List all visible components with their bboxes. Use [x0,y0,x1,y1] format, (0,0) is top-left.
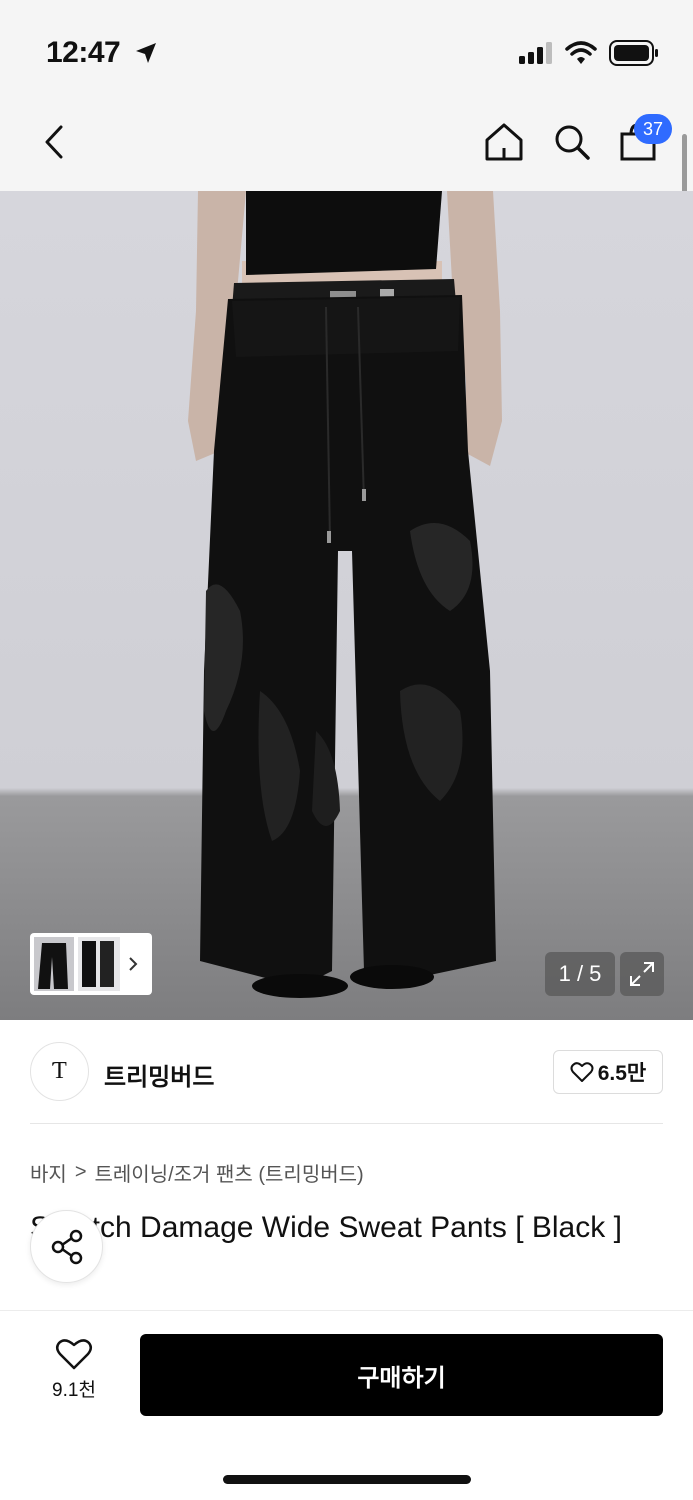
back-button[interactable] [34,120,74,164]
status-indicators [519,40,659,71]
top-nav-bar: 37 [0,100,693,191]
battery-icon [609,40,659,71]
breadcrumb-subcategory[interactable]: 트레이닝/조거 팬츠 (트리밍버드) [95,1158,364,1187]
thumbnail-strip-button[interactable] [30,933,152,995]
thumbnail-images [34,937,120,991]
divider [30,1123,663,1124]
share-icon [51,1229,82,1264]
brand-row: Ƭ 트리밍버드 6.5만 [0,1020,693,1124]
heart-icon [56,1339,92,1370]
cart-count-badge: 37 [634,114,672,144]
home-button[interactable] [482,118,526,166]
signal-icon [519,42,553,69]
back-icon [45,125,63,159]
home-indicator[interactable] [223,1475,471,1484]
brand-like-button[interactable]: 6.5만 [553,1050,663,1094]
status-time: 12:47 [46,36,121,69]
buy-button[interactable]: 구매하기 [140,1334,663,1416]
wishlist-count: 9.1천 [52,1380,96,1401]
brand-logo-text: Ƭ [52,1058,67,1084]
location-arrow-icon [134,41,158,70]
brand-logo[interactable]: Ƭ [30,1042,89,1101]
bottom-action-bar: 9.1천 구매하기 [0,1310,693,1500]
wifi-icon [565,41,597,70]
brand-name[interactable]: 트리밍버드 [104,1057,214,1092]
breadcrumb: 바지 > 트레이닝/조거 팬츠 (트리밍버드) [30,1158,364,1187]
heart-icon [570,1062,594,1082]
status-bar: 12:47 [0,0,693,100]
breadcrumb-separator: > [74,1161,87,1183]
chevron-right-icon [129,957,138,971]
product-photo [0,191,693,1020]
search-button[interactable] [550,118,594,166]
image-counter: 1 / 5 [545,952,615,996]
search-icon [555,125,590,160]
product-image-gallery[interactable]: 1 / 5 [0,191,693,1020]
breadcrumb-category[interactable]: 바지 [30,1158,67,1187]
product-title: Scratch Damage Wide Sweat Pants [ Black … [30,1211,622,1244]
expand-icon [630,962,654,986]
brand-like-count: 6.5만 [597,1062,647,1085]
expand-button[interactable] [620,952,664,996]
share-button[interactable] [30,1210,103,1283]
wishlist-button[interactable]: 9.1천 [36,1337,112,1413]
home-icon [485,123,523,161]
